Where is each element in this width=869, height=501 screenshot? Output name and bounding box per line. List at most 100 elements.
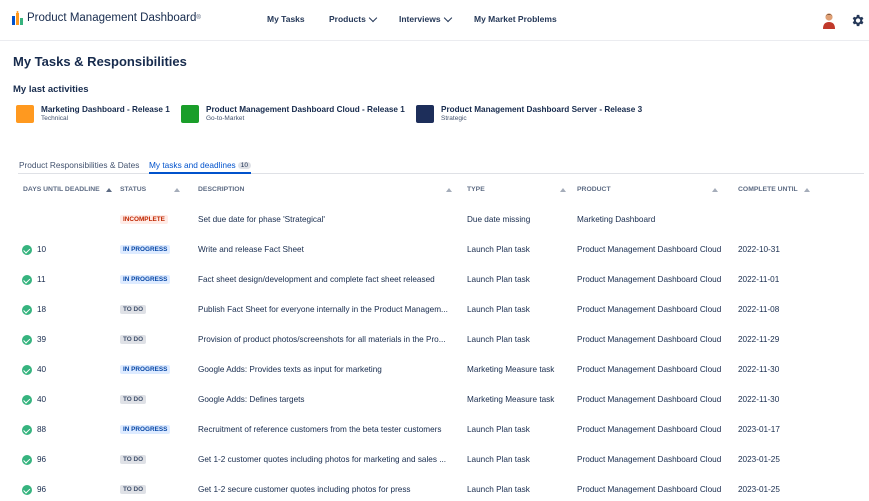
task-description[interactable]: Provision of product photos/screenshots …	[198, 335, 446, 344]
check-circle-icon	[22, 335, 32, 345]
check-circle-icon	[22, 305, 32, 315]
complete-until-date: 2022-11-01	[738, 275, 780, 284]
column-header-days-until-deadline[interactable]: DAYS UNTIL DEADLINE	[23, 186, 112, 193]
days-until-deadline: 18	[37, 305, 47, 314]
days-until-deadline: 40	[37, 365, 47, 374]
table-row[interactable]: 88 IN PROGRESS Recruitment of reference cu…	[0, 421, 869, 441]
activity-category: Strategic	[441, 115, 467, 122]
tab-product-responsibilities[interactable]: Product Responsibilities & Dates	[19, 160, 139, 170]
activity-color-swatch	[416, 105, 434, 123]
table-row[interactable]: 40 IN PROGRESS Google Adds: Provides texts…	[0, 361, 869, 381]
logo-icon	[12, 11, 23, 25]
complete-until-date: 2023-01-25	[738, 455, 780, 464]
nav-my-market-problems[interactable]: My Market Problems	[474, 14, 557, 24]
nav-interviews[interactable]: Interviews	[399, 13, 452, 24]
task-type: Due date missing	[467, 215, 531, 224]
check-circle-icon	[22, 365, 32, 375]
sort-icon	[559, 187, 566, 192]
sort-icon	[174, 187, 181, 192]
table-row[interactable]: 10 IN PROGRESS Write and release Fact Shee…	[0, 241, 869, 261]
status-badge: IN PROGRESS	[120, 425, 171, 434]
check-circle-icon	[22, 395, 32, 405]
task-type: Launch Plan task	[467, 455, 530, 464]
sort-asc-icon	[105, 187, 112, 192]
task-description[interactable]: Google Adds: Defines targets	[198, 395, 305, 404]
column-header-complete-until[interactable]: COMPLETE UNTIL	[738, 186, 810, 193]
nav-products[interactable]: Products	[329, 13, 378, 24]
days-until-deadline: 40	[37, 395, 47, 404]
days-until-deadline: 11	[37, 275, 46, 284]
tab-count-badge: 10	[237, 162, 251, 169]
table-row[interactable]: 39 TO DO Provision of product photos/scree…	[0, 331, 869, 351]
table-row[interactable]: 40 TO DO Google Adds: Defines targets Marke…	[0, 391, 869, 411]
status-badge: TO DO	[120, 305, 147, 314]
gear-icon[interactable]	[850, 13, 865, 28]
task-product[interactable]: Product Management Dashboard Cloud	[577, 275, 721, 284]
activity-card[interactable]: Product Management Dashboard Server - Re…	[416, 105, 642, 123]
top-navigation-bar: Product Management Dashboard ® My Tasks P…	[0, 0, 869, 41]
sort-icon	[711, 187, 718, 192]
activity-category: Technical	[41, 115, 69, 122]
complete-until-date: 2022-11-30	[738, 365, 780, 374]
task-product[interactable]: Marketing Dashboard	[577, 215, 655, 224]
task-product[interactable]: Product Management Dashboard Cloud	[577, 395, 721, 404]
task-product[interactable]: Product Management Dashboard Cloud	[577, 245, 721, 254]
task-description[interactable]: Publish Fact Sheet for everyone internal…	[198, 305, 448, 314]
complete-until-date: 2022-11-30	[738, 395, 780, 404]
task-product[interactable]: Product Management Dashboard Cloud	[577, 425, 721, 434]
task-description[interactable]: Get 1-2 secure customer quotes including…	[198, 485, 411, 494]
table-row[interactable]: 18 TO DO Publish Fact Sheet for everyone i…	[0, 301, 869, 321]
check-circle-icon	[22, 245, 32, 255]
last-activities-title: My last activities	[13, 84, 89, 95]
status-badge: TO DO	[120, 455, 147, 464]
activity-card[interactable]: Marketing Dashboard - Release 1 Technica…	[16, 105, 170, 123]
table-row[interactable]: 96 TO DO Get 1-2 secure customer quotes in…	[0, 481, 869, 501]
task-type: Launch Plan task	[467, 275, 530, 284]
days-until-deadline: 39	[37, 335, 47, 344]
activity-card[interactable]: Product Management Dashboard Cloud - Rel…	[181, 105, 405, 123]
task-type: Launch Plan task	[467, 245, 530, 254]
task-product[interactable]: Product Management Dashboard Cloud	[577, 485, 721, 494]
task-product[interactable]: Product Management Dashboard Cloud	[577, 365, 721, 374]
check-circle-icon	[22, 425, 32, 435]
task-product[interactable]: Product Management Dashboard Cloud	[577, 455, 721, 464]
task-description[interactable]: Recruitment of reference customers from …	[198, 425, 441, 434]
table-row[interactable]: INCOMPLETE Set due date for phase 'Strate…	[0, 211, 869, 231]
nav-my-tasks[interactable]: My Tasks	[267, 14, 305, 24]
brand[interactable]: Product Management Dashboard ®	[12, 11, 201, 25]
task-type: Marketing Measure task	[467, 365, 555, 374]
brand-name: Product Management Dashboard	[27, 12, 197, 24]
check-circle-icon	[22, 485, 32, 495]
column-header-status[interactable]: STATUS	[120, 186, 181, 193]
column-header-description[interactable]: DESCRIPTION	[198, 186, 453, 193]
complete-until-date: 2023-01-25	[738, 485, 780, 494]
task-type: Launch Plan task	[467, 425, 530, 434]
status-badge: IN PROGRESS	[120, 245, 171, 254]
table-row[interactable]: 11 IN PROGRESS Fact sheet design/developme…	[0, 271, 869, 291]
activity-color-swatch	[16, 105, 34, 123]
task-product[interactable]: Product Management Dashboard Cloud	[577, 335, 721, 344]
task-description[interactable]: Write and release Fact Sheet	[198, 245, 304, 254]
column-header-type[interactable]: TYPE	[467, 186, 566, 193]
task-description[interactable]: Fact sheet design/development and comple…	[198, 275, 435, 284]
task-description[interactable]: Get 1-2 customer quotes including photos…	[198, 455, 446, 464]
check-circle-icon	[22, 455, 32, 465]
days-until-deadline: 10	[37, 245, 47, 254]
user-avatar[interactable]	[822, 12, 836, 29]
status-badge: TO DO	[120, 395, 147, 404]
chevron-down-icon	[368, 13, 378, 22]
table-row[interactable]: 96 TO DO Get 1-2 customer quotes including…	[0, 451, 869, 471]
task-type: Marketing Measure task	[467, 395, 555, 404]
task-description[interactable]: Set due date for phase 'Strategical'	[198, 215, 325, 224]
complete-until-date: 2023-01-17	[738, 425, 780, 434]
activity-name: Product Management Dashboard Cloud - Rel…	[206, 105, 405, 114]
chevron-down-icon	[443, 13, 452, 22]
task-description[interactable]: Google Adds: Provides texts as input for…	[198, 365, 382, 374]
tab-my-tasks-and-deadlines[interactable]: My tasks and deadlines 10	[149, 160, 251, 174]
column-header-product[interactable]: PRODUCT	[577, 186, 718, 193]
status-badge: IN PROGRESS	[120, 275, 171, 284]
sort-icon	[803, 187, 810, 192]
days-until-deadline: 96	[37, 485, 47, 494]
status-badge: INCOMPLETE	[120, 215, 168, 224]
task-product[interactable]: Product Management Dashboard Cloud	[577, 305, 721, 314]
